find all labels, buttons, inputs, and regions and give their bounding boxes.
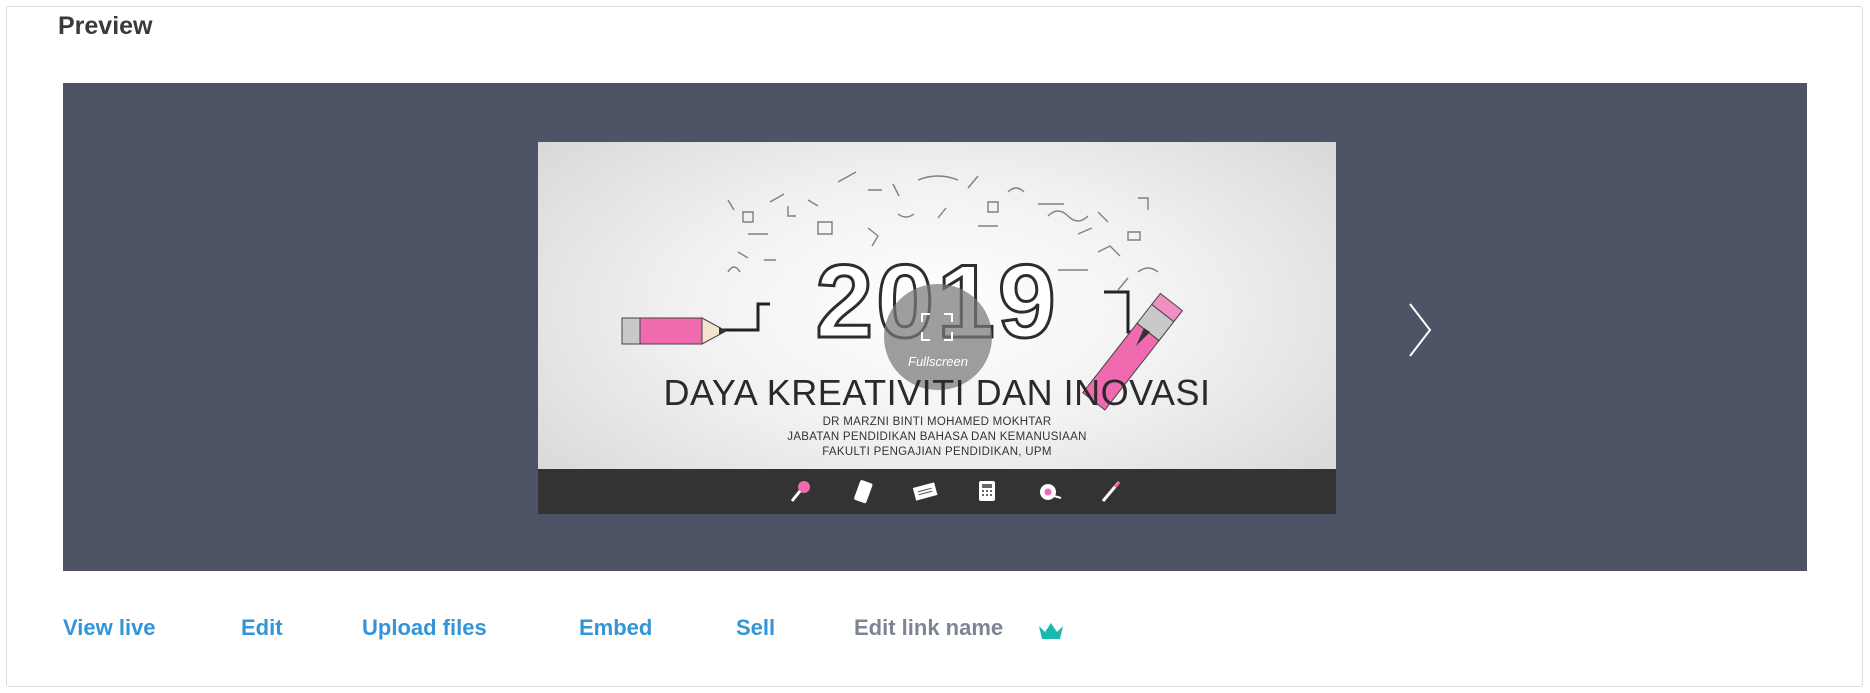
- slide-thumbnail[interactable]: 2019 Fullscreen DAYA KREATIVITI DAN INOV…: [538, 142, 1336, 514]
- slide-icon-bar: [538, 469, 1336, 514]
- crown-icon: [1039, 623, 1063, 639]
- sell-link[interactable]: Sell: [736, 615, 775, 641]
- pencil-icon: [1101, 481, 1121, 502]
- magnifier-icon: [790, 481, 810, 502]
- phone-icon: [854, 480, 873, 504]
- fullscreen-icon: [921, 313, 953, 341]
- action-links: View live Edit Upload files Embed Sell E…: [0, 615, 1870, 645]
- slide-subtitle-line: DR MARZNI BINTI MOHAMED MOKHTAR: [822, 416, 1052, 428]
- embed-link[interactable]: Embed: [579, 615, 652, 641]
- upload-files-link[interactable]: Upload files: [362, 615, 487, 641]
- slide-subtitle-line: JABATAN PENDIDIKAN BAHASA DAN KEMANUSIAA…: [787, 431, 1087, 443]
- preview-stage: 2019 Fullscreen DAYA KREATIVITI DAN INOV…: [63, 83, 1807, 571]
- tape-icon: [1040, 484, 1062, 500]
- edit-link-name-link[interactable]: Edit link name: [854, 615, 1003, 641]
- fullscreen-label: Fullscreen: [908, 354, 968, 369]
- view-live-link[interactable]: View live: [63, 615, 156, 641]
- keyboard-icon: [912, 482, 938, 501]
- next-slide-chevron-icon[interactable]: [1406, 300, 1436, 360]
- edit-link[interactable]: Edit: [241, 615, 283, 641]
- slide-headline: DAYA KREATIVITI DAN INOVASI: [663, 372, 1211, 413]
- slide-subtitle-line: FAKULTI PENGAJIAN PENDIDIKAN, UPM: [822, 446, 1052, 458]
- calculator-icon: [979, 481, 995, 501]
- page-title: Preview: [58, 12, 153, 40]
